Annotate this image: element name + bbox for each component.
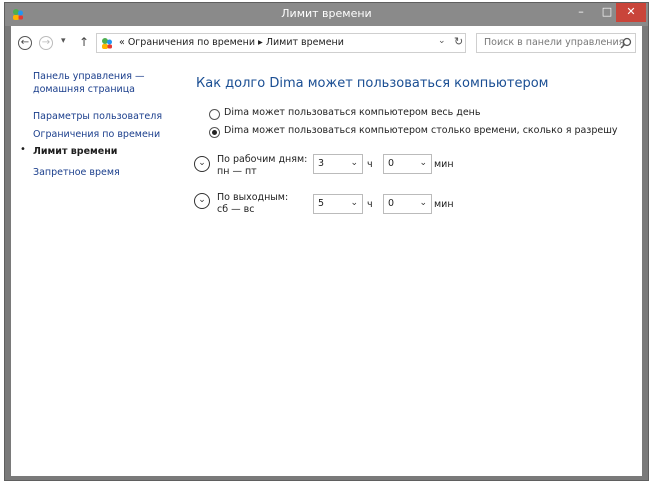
client-area: ← → ▾ ↑ « Ограничения по времени ▸ Лимит… [11,26,642,476]
chevron-down-icon: ⌄ [350,198,358,208]
sidebar-home-link[interactable]: Панель управления — домашняя страница [33,70,145,96]
radio-limited-time[interactable] [209,127,220,138]
weekdays-hours-select[interactable]: 3 ⌄ [313,154,363,174]
search-input[interactable]: Поиск в панели управления [484,37,624,48]
search-box[interactable]: Поиск в панели управления [476,33,636,53]
radio-limited-time-label[interactable]: Dima может пользоваться компьютером стол… [224,125,618,136]
navigation-bar: ← → ▾ ↑ « Ограничения по времени ▸ Лимит… [11,26,642,58]
weekdays-label: По рабочим дням: пн — пт [217,154,307,178]
weekend-minutes-select[interactable]: 0 ⌄ [383,194,432,214]
weekdays-minutes-value: 0 [388,158,395,169]
refresh-button[interactable]: ↻ [454,35,463,48]
window-title: Лимит времени [281,7,372,20]
weekend-label-line2: сб — вс [217,204,255,215]
sidebar-item-time-limit: Лимит времени [33,146,118,157]
radio-all-day[interactable] [209,109,220,120]
weekdays-expand-button[interactable]: ⌄ [194,156,210,172]
weekdays-minutes-select[interactable]: 0 ⌄ [383,154,432,174]
recent-locations-button[interactable]: ▾ [61,36,66,46]
chevron-down-icon: ⌄ [350,158,358,168]
address-dropdown-button[interactable]: ⌄ [438,36,446,46]
close-button[interactable]: ✕ [616,3,646,22]
search-icon[interactable] [620,37,632,49]
weekdays-label-line2: пн — пт [217,166,257,177]
up-button[interactable]: ↑ [79,35,89,49]
weekend-label-line1: По выходным: [217,192,289,203]
weekdays-minutes-unit: мин [434,159,454,170]
weekend-hours-value: 5 [318,198,325,209]
radio-all-day-label[interactable]: Dima может пользоваться компьютером весь… [224,107,481,118]
chevron-down-icon: ⌄ [419,198,427,208]
radio-selected-dot [212,130,217,135]
weekend-hours-unit: ч [367,199,373,210]
chevron-down-icon: ⌄ [419,158,427,168]
weekend-minutes-value: 0 [388,198,395,209]
address-bar[interactable]: « Ограничения по времени ▸ Лимит времени… [96,33,466,53]
sidebar-home-line1: Панель управления — [33,71,145,82]
page-heading: Как долго Dima может пользоваться компью… [196,76,549,91]
weekdays-label-line1: По рабочим дням: [217,154,308,165]
title-bar[interactable]: Лимит времени – □ ✕ [5,3,648,26]
weekdays-hours-unit: ч [367,159,373,170]
weekend-expand-button[interactable]: ⌄ [194,193,210,209]
sidebar-item-blocked-time[interactable]: Запретное время [33,166,120,179]
minimize-button[interactable]: – [568,3,594,22]
breadcrumb[interactable]: « Ограничения по времени ▸ Лимит времени [119,37,344,48]
window: Лимит времени – □ ✕ ← → ▾ ↑ « Ограничени… [4,2,649,481]
sidebar-item-user-settings[interactable]: Параметры пользователя [33,110,162,123]
forward-button[interactable]: → [39,36,53,50]
sidebar-home-line2: домашняя страница [33,84,136,95]
weekend-minutes-unit: мин [434,199,454,210]
sidebar-item-time-limits[interactable]: Ограничения по времени [33,128,160,141]
weekdays-hours-value: 3 [318,158,325,169]
current-page-marker: • [20,144,26,155]
weekend-hours-select[interactable]: 5 ⌄ [313,194,363,214]
back-button[interactable]: ← [18,36,32,50]
weekend-label: По выходным: сб — вс [217,192,288,216]
parental-controls-icon [102,38,112,49]
